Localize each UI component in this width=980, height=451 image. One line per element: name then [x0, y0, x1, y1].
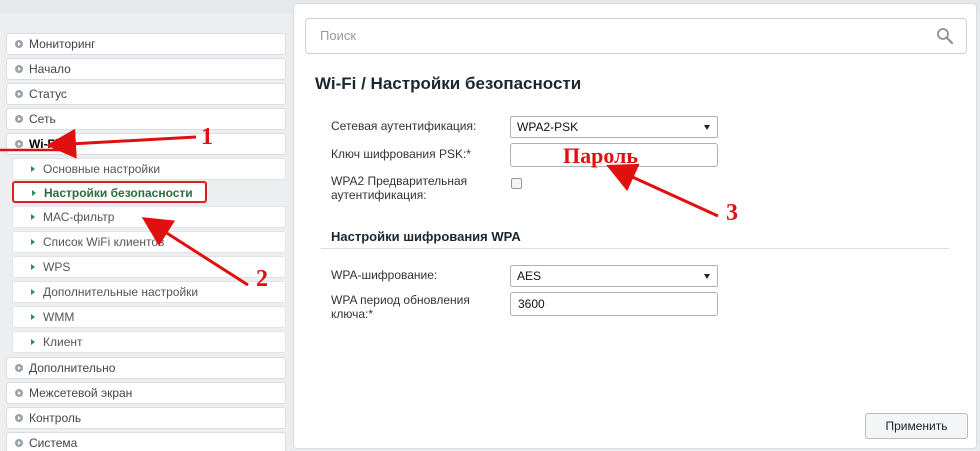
chevron-down-icon — [15, 140, 23, 148]
apply-button[interactable]: Применить — [865, 413, 968, 439]
sidebar-subitem-label: WPS — [43, 260, 71, 274]
chevron-right-icon — [31, 314, 35, 320]
sidebar-item-network[interactable]: Сеть — [6, 108, 286, 130]
chevron-right-icon — [15, 364, 23, 372]
sidebar-subitem-wifi-clients[interactable]: Список WiFi клиентов — [12, 231, 286, 253]
psk-label: Ключ шифрования PSK:* — [331, 147, 471, 161]
sidebar-subitem-client[interactable]: Клиент — [12, 331, 286, 353]
sidebar-subitem-security-settings[interactable]: Настройки безопасности — [12, 181, 207, 203]
sidebar-item-wifi[interactable]: Wi-Fi — [6, 133, 286, 155]
page-title: Wi-Fi / Настройки безопасности — [315, 74, 582, 93]
sidebar-subitem-mac-filter[interactable]: МАС-фильтр — [12, 206, 286, 228]
main-panel: Поиск Wi-Fi / Настройки безопасности Сет… — [293, 3, 977, 449]
chevron-right-icon — [32, 190, 36, 196]
auth-select-value: WPA2-PSK — [517, 120, 579, 134]
chevron-right-icon — [15, 65, 23, 73]
chevron-right-icon — [31, 339, 35, 345]
enc-select[interactable]: AES — [510, 265, 718, 287]
sidebar-item-firewall[interactable]: Межсетевой экран — [6, 382, 286, 404]
caret-down-icon — [704, 125, 710, 130]
sidebar-subitem-label: Клиент — [43, 335, 83, 349]
chevron-right-icon — [15, 439, 23, 447]
annotation-password: Пароль — [563, 143, 639, 168]
sidebar-item-label: Начало — [29, 62, 71, 76]
sidebar-subitem-wmm[interactable]: WMM — [12, 306, 286, 328]
annotation-number-1: 1 — [201, 124, 213, 150]
sidebar-item-label: Контроль — [29, 411, 82, 425]
sidebar-item-additional[interactable]: Дополнительно — [6, 357, 286, 379]
caret-down-icon — [704, 274, 710, 279]
chevron-right-icon — [15, 414, 23, 422]
search-input[interactable]: Поиск — [305, 18, 967, 54]
sidebar-item-start[interactable]: Начало — [6, 58, 286, 80]
sidebar-subitem-label: Дополнительные настройки — [43, 285, 199, 299]
sidebar-subitem-wps[interactable]: WPS — [12, 256, 286, 278]
chevron-right-icon — [15, 90, 23, 98]
divider — [321, 248, 949, 249]
auth-label: Сетевая аутентификация: — [331, 119, 477, 133]
chevron-right-icon — [31, 264, 35, 270]
sidebar-item-monitoring[interactable]: Мониторинг — [6, 33, 286, 55]
period-label: WPA период обновления ключа:* — [331, 293, 470, 321]
period-input[interactable]: 3600 — [510, 292, 718, 316]
sidebar-item-control[interactable]: Контроль — [6, 407, 286, 429]
sidebar: Мониторинг Начало Статус Сеть Wi-Fi Осно… — [0, 14, 290, 451]
chevron-right-icon — [15, 40, 23, 48]
chevron-right-icon — [31, 166, 35, 172]
sidebar-subitem-label: Основные настройки — [43, 162, 161, 176]
sidebar-subitem-label: МАС-фильтр — [43, 210, 115, 224]
preauth-checkbox[interactable] — [511, 178, 522, 189]
sidebar-item-label: Сеть — [29, 112, 56, 126]
chevron-right-icon — [15, 115, 23, 123]
sidebar-item-label: Мониторинг — [29, 37, 96, 51]
sidebar-item-label: Wi-Fi — [29, 137, 59, 151]
chevron-right-icon — [31, 239, 35, 245]
auth-select[interactable]: WPA2-PSK — [510, 116, 718, 138]
search-icon[interactable] — [936, 27, 954, 45]
sidebar-subitem-label: WMM — [43, 310, 75, 324]
chevron-right-icon — [31, 214, 35, 220]
sidebar-subitem-advanced[interactable]: Дополнительные настройки — [12, 281, 286, 303]
sidebar-item-label: Система — [29, 436, 78, 450]
sidebar-subitem-label: Список WiFi клиентов — [43, 235, 165, 249]
sidebar-item-label: Дополнительно — [29, 361, 116, 375]
sidebar-item-system[interactable]: Система — [6, 432, 286, 451]
enc-select-value: AES — [517, 269, 542, 283]
chevron-right-icon — [31, 289, 35, 295]
sidebar-subitem-basic-settings[interactable]: Основные настройки — [12, 158, 286, 180]
section-title-wpa: Настройки шифрования WPA — [331, 229, 521, 244]
annotation-number-3: 3 — [726, 200, 738, 226]
preauth-label: WPA2 Предварительная аутентификация: — [331, 174, 468, 202]
sidebar-item-status[interactable]: Статус — [6, 83, 286, 105]
sidebar-item-label: Статус — [29, 87, 67, 101]
sidebar-item-label: Межсетевой экран — [29, 386, 133, 400]
chevron-right-icon — [15, 389, 23, 397]
enc-label: WPA-шифрование: — [331, 268, 438, 282]
annotation-number-2: 2 — [256, 266, 268, 292]
sidebar-subitem-label: Настройки безопасности — [44, 186, 193, 200]
